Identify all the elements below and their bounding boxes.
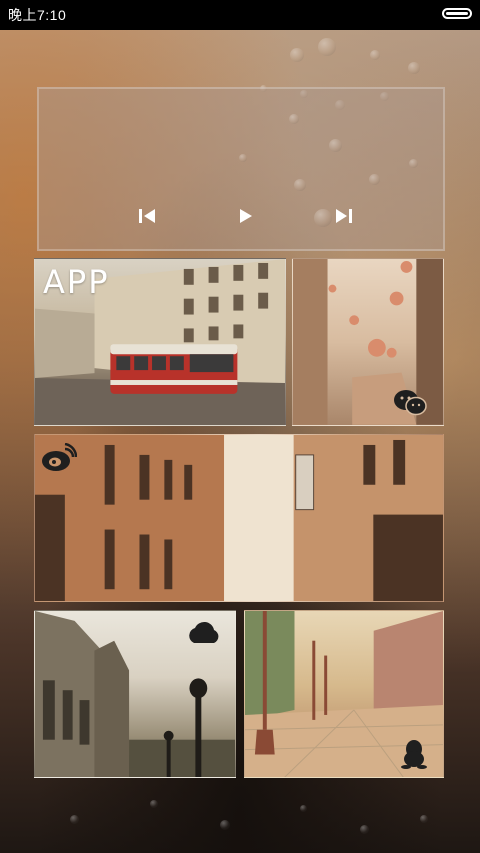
weibo-icon bbox=[41, 443, 77, 473]
weibo-tile[interactable] bbox=[34, 434, 444, 602]
cloud-icon bbox=[185, 619, 223, 645]
play-button[interactable] bbox=[235, 207, 257, 225]
qq-penguin-icon bbox=[401, 739, 427, 769]
skip-previous-icon bbox=[139, 209, 155, 223]
narrow-street-photo bbox=[35, 435, 443, 601]
qq-tile[interactable] bbox=[244, 610, 444, 778]
music-widget bbox=[37, 87, 445, 251]
app-tile[interactable]: APP bbox=[34, 258, 286, 426]
skip-next-icon bbox=[336, 209, 352, 223]
battery-icon bbox=[442, 8, 472, 19]
app-label: APP bbox=[43, 263, 110, 301]
wechat-tile[interactable] bbox=[292, 258, 444, 426]
cloud-tile[interactable] bbox=[34, 610, 236, 778]
status-time: 晚上7:10 bbox=[8, 7, 67, 23]
status-bar: 晚上7:10 bbox=[0, 0, 480, 30]
play-icon bbox=[240, 209, 252, 223]
previous-track-button[interactable] bbox=[137, 207, 159, 225]
next-track-button[interactable] bbox=[333, 207, 355, 225]
wechat-icon bbox=[393, 389, 427, 417]
